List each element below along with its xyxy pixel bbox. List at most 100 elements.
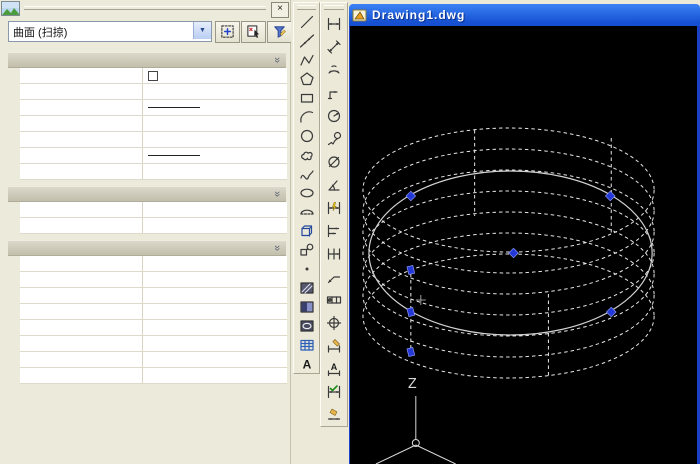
quick-select-icon (216, 24, 239, 39)
toolbar-button-revision-cloud[interactable] (294, 145, 319, 164)
grip-point[interactable] (407, 265, 415, 274)
toolbar-button-baseline-dimension[interactable] (321, 219, 347, 242)
toolbar-button-table[interactable] (294, 335, 319, 354)
toolbar-button-construction-line[interactable] (294, 31, 319, 50)
section-header[interactable]: » (8, 240, 286, 256)
property-value[interactable] (143, 320, 287, 335)
toolbar-drag-handle[interactable] (324, 5, 344, 10)
toolbar-button-tolerance[interactable] (321, 288, 347, 311)
dimension-style-icon (326, 407, 342, 423)
quick-select-button[interactable] (215, 21, 240, 43)
property-value[interactable] (143, 100, 287, 115)
toolbar-button-insert-block[interactable] (294, 221, 319, 240)
property-row (20, 164, 287, 180)
arc-icon (299, 109, 315, 125)
toolbar-button-angular-dimension[interactable] (321, 173, 347, 196)
toolbar-button-jogged-dimension[interactable] (321, 127, 347, 150)
close-icon[interactable]: × (271, 2, 289, 18)
property-row (20, 256, 287, 272)
property-value[interactable] (143, 148, 287, 163)
property-label (20, 288, 143, 303)
property-value[interactable] (143, 304, 287, 319)
property-value[interactable] (143, 272, 287, 287)
polygon-icon (299, 71, 315, 87)
color-swatch (148, 71, 158, 81)
property-label (20, 272, 143, 287)
toolbar-button-dimension-style[interactable] (321, 403, 347, 426)
property-value[interactable] (143, 116, 287, 131)
section-title (8, 57, 12, 69)
toolbar-button-quick-dimension[interactable] (321, 196, 347, 219)
toolbar-button-circle[interactable] (294, 126, 319, 145)
toolbar-drag-handle[interactable] (297, 5, 316, 10)
grip-point[interactable] (509, 248, 519, 258)
ucs-axis-leg (376, 445, 416, 464)
diameter-dimension-icon (326, 154, 342, 170)
property-value[interactable] (143, 202, 287, 217)
property-value[interactable] (143, 68, 287, 83)
toolbar-button-polygon[interactable] (294, 69, 319, 88)
chevron-down-icon[interactable]: ▼ (193, 22, 211, 39)
section-header[interactable]: » (8, 52, 286, 68)
toolbar-button-center-mark[interactable] (321, 311, 347, 334)
svg-text:A: A (302, 357, 311, 371)
toolbar-button-ellipse[interactable] (294, 183, 319, 202)
quick-leader-icon (326, 269, 342, 285)
toolbar-button-arc-length-dimension[interactable] (321, 58, 347, 81)
object-selector-dropdown[interactable]: 曲面 (扫掠) ▼ (8, 21, 212, 42)
toolbar-button-rectangle[interactable] (294, 88, 319, 107)
property-value[interactable] (143, 84, 287, 99)
draw-toolbar: A (293, 2, 320, 374)
toolbar-button-point-style[interactable] (294, 259, 319, 278)
property-value[interactable] (143, 218, 287, 233)
property-value[interactable] (143, 164, 287, 179)
property-value[interactable] (143, 256, 287, 271)
toolbar-button-hatch[interactable] (294, 278, 319, 297)
toolbar-button-diameter-dimension[interactable] (321, 150, 347, 173)
property-value[interactable] (143, 288, 287, 303)
toolbar-button-ordinate-dimension[interactable] (321, 81, 347, 104)
spline-icon (299, 166, 315, 182)
toolbar-button-spline[interactable] (294, 164, 319, 183)
toggle-pickadd-button[interactable] (267, 21, 292, 43)
grip-point[interactable] (407, 347, 415, 356)
insert-block-icon (299, 223, 315, 239)
property-value[interactable] (143, 352, 287, 367)
property-value[interactable] (143, 368, 287, 383)
grip-point[interactable] (407, 307, 415, 316)
property-label (20, 304, 143, 319)
toolbar-button-line[interactable] (294, 12, 319, 31)
palette-drag-handle[interactable] (24, 6, 266, 10)
toolbar-button-multiline-text[interactable]: A (294, 354, 319, 373)
property-value[interactable] (143, 336, 287, 351)
toolbar-button-ellipse-arc[interactable] (294, 202, 319, 221)
toolbar-button-dimension-update[interactable] (321, 380, 347, 403)
toolbar-button-continue-dimension[interactable] (321, 242, 347, 265)
section-header[interactable]: » (8, 186, 286, 202)
toolbar-button-dimension-text-edit[interactable]: A (321, 357, 347, 380)
drawing-canvas[interactable]: Z (350, 26, 697, 464)
select-objects-button[interactable] (241, 21, 266, 43)
toolbar-strip: A A (291, 0, 348, 464)
toolbar-button-gradient[interactable] (294, 297, 319, 316)
toolbar-button-make-block[interactable] (294, 240, 319, 259)
drawing-window-titlebar[interactable]: Drawing1.dwg (349, 4, 700, 26)
toolbar-button-linear-dimension[interactable] (321, 12, 347, 35)
jogged-dimension-icon (326, 131, 342, 147)
property-label (20, 320, 143, 335)
multiline-text-icon: A (299, 356, 315, 372)
region-icon (299, 318, 315, 334)
drawing-client-area[interactable]: Z (349, 26, 700, 464)
toolbar-button-region[interactable] (294, 316, 319, 335)
property-row (20, 288, 287, 304)
toolbar-button-arc[interactable] (294, 107, 319, 126)
toolbar-button-quick-leader[interactable] (321, 265, 347, 288)
property-value[interactable] (143, 132, 287, 147)
toolbar-button-polyline[interactable] (294, 50, 319, 69)
toolbar-button-radius-dimension[interactable] (321, 104, 347, 127)
toolbar-button-dimension-edit[interactable] (321, 334, 347, 357)
toolbar-button-aligned-dimension[interactable] (321, 35, 347, 58)
continue-dimension-icon (326, 246, 342, 262)
collapse-chevron-icon: » (270, 245, 284, 251)
property-label (20, 336, 143, 351)
